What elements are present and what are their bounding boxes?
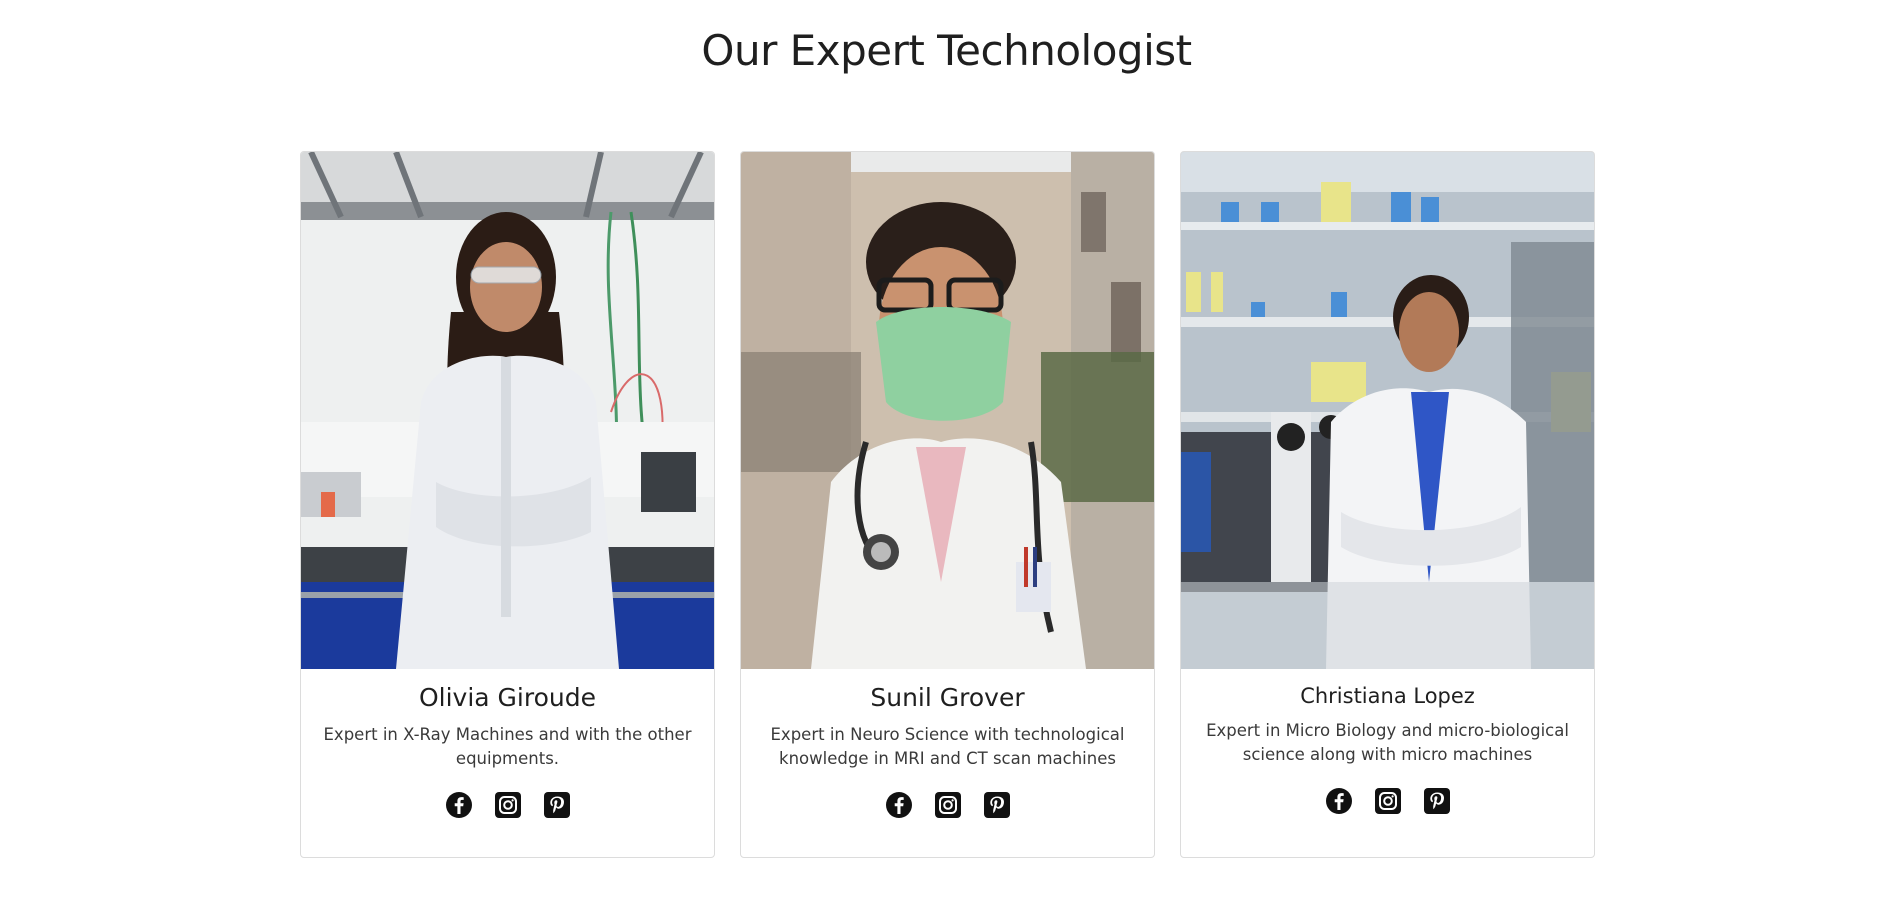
social-links [301, 791, 714, 819]
team-card-christiana-lopez: Christiana Lopez Expert in Micro Biology… [1180, 151, 1595, 858]
doctor-photo-illustration [741, 152, 1154, 669]
member-description: Expert in X-Ray Machines and with the ot… [323, 725, 692, 768]
instagram-icon[interactable] [494, 791, 522, 819]
team-card-olivia-giroude: Olivia Giroude Expert in X-Ray Machines … [300, 151, 715, 858]
team-photo [741, 152, 1154, 669]
team-photo [301, 152, 714, 669]
lab-photo-illustration [301, 152, 714, 669]
team-section: Our Expert Technologist Olivia Giroude E… [0, 0, 1893, 902]
team-cards: Olivia Giroude Expert in X-Ray Machines … [300, 151, 1595, 858]
pinterest-icon[interactable] [1423, 787, 1451, 815]
team-photo [1181, 152, 1594, 669]
facebook-icon[interactable] [445, 791, 473, 819]
team-card-sunil-grover: Sunil Grover Expert in Neuro Science wit… [740, 151, 1155, 858]
member-name: Olivia Giroude [418, 683, 596, 712]
pinterest-icon[interactable] [983, 791, 1011, 819]
facebook-icon[interactable] [1325, 787, 1353, 815]
instagram-icon[interactable] [1374, 787, 1402, 815]
member-description: Expert in Micro Biology and micro-biolog… [1206, 721, 1569, 764]
social-links [741, 791, 1154, 819]
microbiology-lab-photo-illustration [1181, 152, 1594, 669]
facebook-icon[interactable] [885, 791, 913, 819]
instagram-icon[interactable] [934, 791, 962, 819]
section-title: Our Expert Technologist [701, 26, 1192, 75]
member-name: Christiana Lopez [1300, 684, 1475, 708]
member-name: Sunil Grover [870, 683, 1025, 712]
social-links [1181, 787, 1594, 815]
member-description: Expert in Neuro Science with technologic… [770, 725, 1125, 768]
pinterest-icon[interactable] [543, 791, 571, 819]
